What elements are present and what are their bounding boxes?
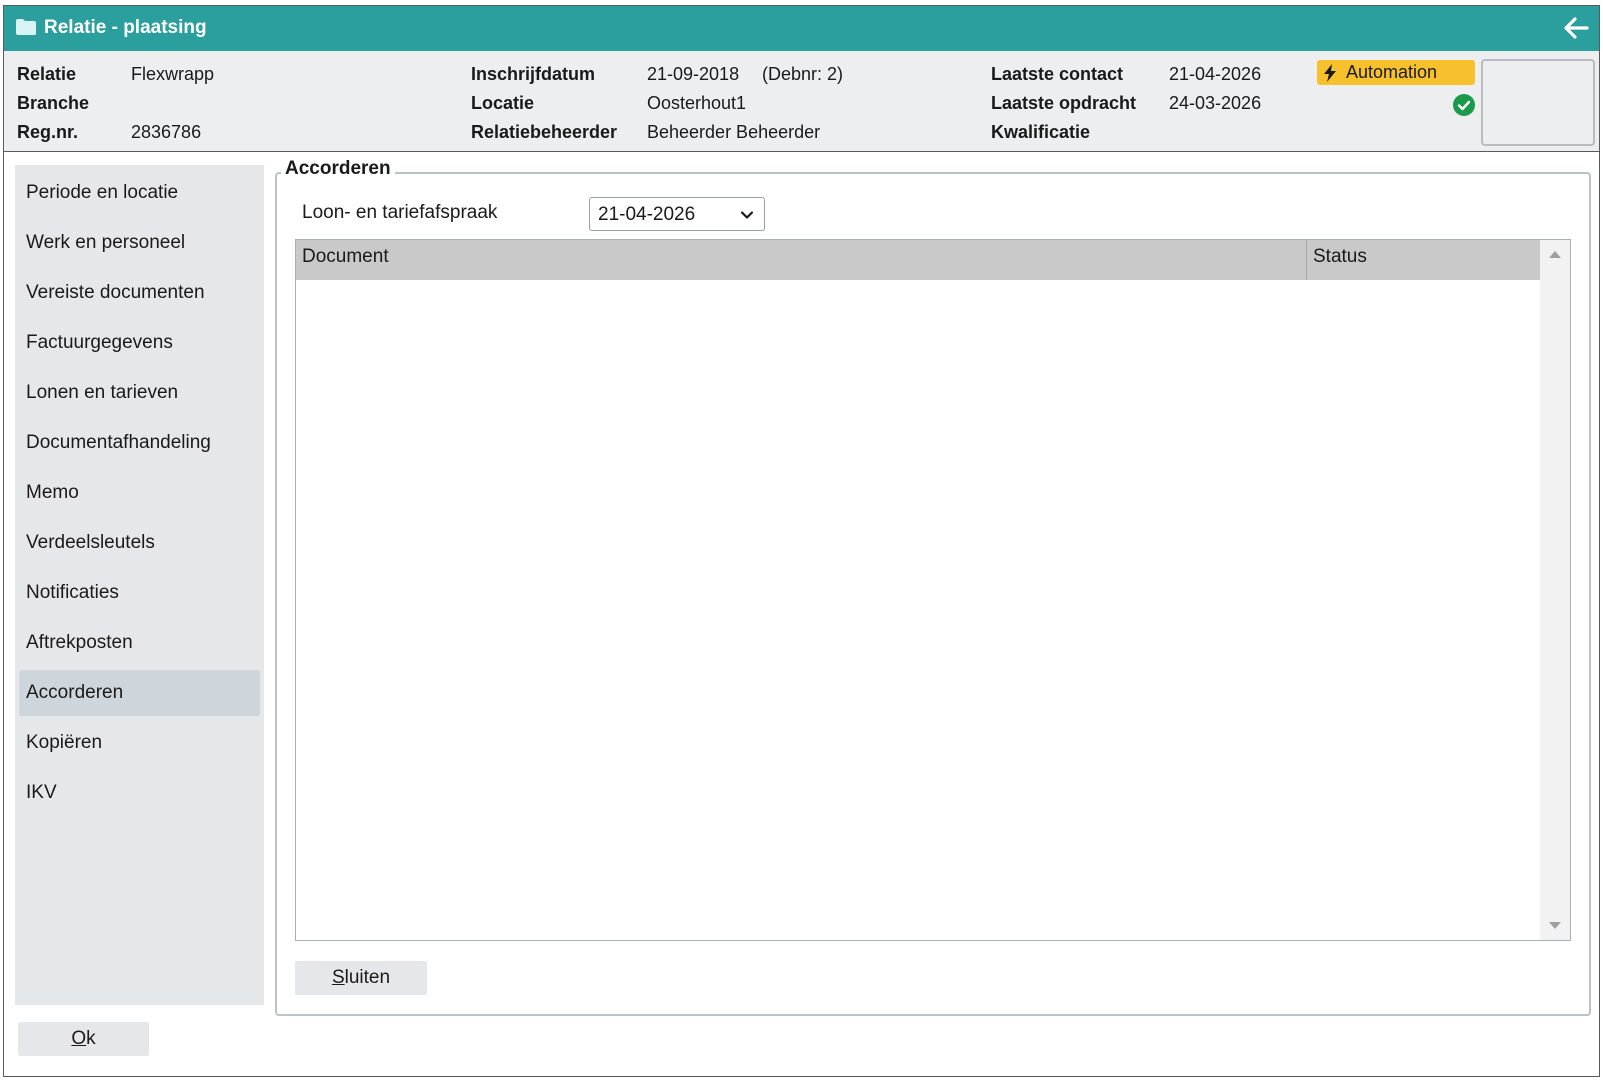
sluiten-label: luiten [344, 967, 391, 988]
sidebar-item-aftrekposten[interactable]: Aftrekposten [19, 620, 260, 666]
check-circle-icon [1453, 94, 1475, 116]
scroll-down-icon[interactable] [1548, 921, 1562, 930]
sidebar-item-factuurgegevens[interactable]: Factuurgegevens [19, 320, 260, 366]
sluiten-accesskey: S [331, 967, 345, 988]
badge-label: Automation [1346, 62, 1438, 82]
section-title: Accorderen [281, 158, 395, 180]
bolt-icon [1324, 64, 1336, 82]
loon-tariefafspraak-label: Loon- en tariefafspraak [302, 202, 498, 223]
value-locatie: Oosterhout1 [647, 93, 747, 113]
column-divider[interactable] [1306, 240, 1307, 280]
ok-label: k [86, 1028, 96, 1049]
sidebar-item-vereiste-documenten[interactable]: Vereiste documenten [19, 270, 260, 316]
sidebar-item-notificaties[interactable]: Notificaties [19, 570, 260, 616]
label-relatiebeheerder: Relatiebeheerder [471, 122, 618, 142]
photo-placeholder[interactable] [1481, 59, 1595, 146]
title-bar: Relatie - plaatsing [4, 6, 1599, 51]
back-arrow-icon[interactable] [1563, 16, 1589, 40]
loon-tariefafspraak-select[interactable]: 21-04-2026 [589, 197, 765, 231]
sidebar-item-werk-en-personeel[interactable]: Werk en personeel [19, 220, 260, 266]
documents-table: Document Status [295, 239, 1571, 941]
value-relatie: Flexwrapp [131, 64, 215, 84]
sidebar-item-ikv[interactable]: IKV [19, 770, 260, 816]
sluiten-button[interactable]: Sluiten [295, 961, 427, 995]
label-laatste-opdracht: Laatste opdracht [991, 93, 1137, 113]
value-inschrijfdatum: 21-09-2018 [647, 64, 740, 84]
column-header-status[interactable]: Status [1313, 246, 1367, 268]
column-header-document[interactable]: Document [302, 246, 389, 268]
label-locatie: Locatie [471, 93, 535, 113]
ok-accesskey: O [71, 1028, 87, 1049]
value-debnr: (Debnr: 2) [762, 64, 844, 84]
vertical-scrollbar[interactable] [1540, 240, 1570, 940]
relation-summary: Relatie Flexwrapp Branche Reg.nr. 283678… [4, 51, 1599, 152]
label-laatste-contact: Laatste contact [991, 64, 1124, 84]
label-inschrijfdatum: Inschrijfdatum [471, 64, 596, 84]
automation-badge[interactable]: Automation [1317, 60, 1475, 85]
scroll-up-icon[interactable] [1548, 250, 1562, 259]
sidebar-nav: Periode en locatie Werk en personeel Ver… [15, 165, 264, 1005]
label-branche: Branche [17, 93, 90, 113]
sidebar-item-lonen-en-tarieven[interactable]: Lonen en tarieven [19, 370, 260, 416]
sidebar-item-verdeelsleutels[interactable]: Verdeelsleutels [19, 520, 260, 566]
folder-icon [16, 19, 36, 35]
value-regnr: 2836786 [131, 122, 202, 142]
selected-date: 21-04-2026 [598, 204, 696, 225]
sidebar-item-periode-en-locatie[interactable]: Periode en locatie [19, 170, 260, 216]
label-relatie: Relatie [17, 64, 77, 84]
sidebar-item-accorderen[interactable]: Accorderen [19, 670, 260, 716]
chevron-down-icon [740, 211, 754, 219]
table-header: Document Status [296, 240, 1540, 280]
sidebar-item-memo[interactable]: Memo [19, 470, 260, 516]
ok-button[interactable]: Ok [18, 1022, 149, 1056]
sidebar-item-documentafhandeling[interactable]: Documentafhandeling [19, 420, 260, 466]
sidebar-item-kopieren[interactable]: Kopiëren [19, 720, 260, 766]
value-laatste-opdracht: 24-03-2026 [1169, 93, 1262, 113]
value-laatste-contact: 21-04-2026 [1169, 64, 1262, 84]
window-title: Relatie - plaatsing [44, 17, 207, 38]
label-regnr: Reg.nr. [17, 122, 79, 142]
label-kwalificatie: Kwalificatie [991, 122, 1091, 142]
value-relatiebeheerder: Beheerder Beheerder [647, 122, 821, 142]
